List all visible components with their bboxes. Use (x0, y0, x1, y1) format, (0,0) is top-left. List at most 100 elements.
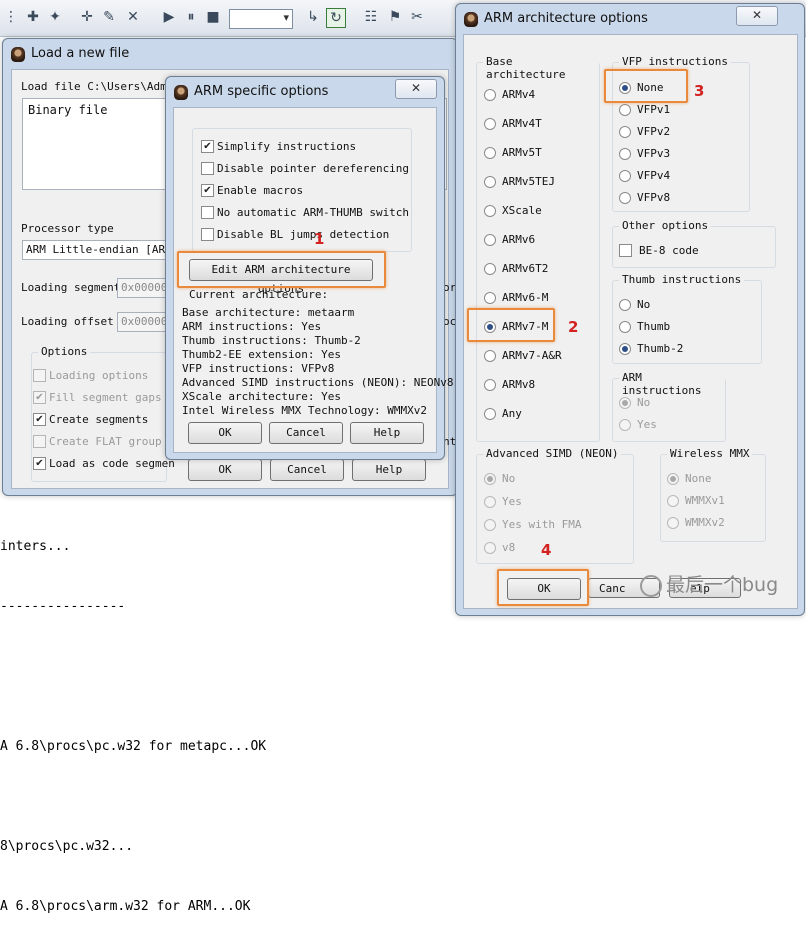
vfp-radio[interactable] (619, 192, 631, 204)
close-button[interactable]: ✕ (736, 6, 778, 26)
wmmx-label: None (685, 472, 712, 485)
current-arch-label: Current architecture: (189, 288, 329, 301)
close-button[interactable]: ✕ (395, 79, 437, 99)
load-as-code-label: Load as code segmen (49, 457, 175, 470)
thumb-label: Thumb-2 (637, 342, 684, 355)
help-button[interactable]: Help (350, 422, 424, 444)
base-arch-radio[interactable] (484, 176, 496, 188)
vfp-radio[interactable] (619, 148, 631, 160)
base-arch-radio[interactable] (484, 205, 496, 217)
stop-icon[interactable]: ■ (204, 8, 222, 26)
ok-button[interactable]: OK (188, 422, 262, 444)
wmmx-radio[interactable] (667, 473, 679, 485)
simd-label: Yes with FMA (502, 518, 582, 531)
loading-segment-field[interactable]: 0x000000 (117, 278, 169, 298)
load-as-code-checkbox[interactable]: ✔ (33, 457, 46, 470)
base-arch-label: ARMv4T (502, 117, 542, 130)
arm-instr-radio[interactable] (619, 397, 631, 409)
vfp-radio[interactable] (619, 104, 631, 116)
simd-radio[interactable] (484, 473, 496, 485)
ok-button[interactable]: OK (188, 459, 262, 481)
be8-checkbox[interactable] (619, 244, 632, 257)
play-icon[interactable]: ▶ (160, 8, 178, 26)
pause-icon[interactable]: ⏸ (182, 8, 200, 26)
base-arch-radio[interactable] (484, 350, 496, 362)
highlight-edit-arch (177, 251, 386, 288)
thumb-radio[interactable] (619, 343, 631, 355)
base-arch-radio[interactable] (484, 379, 496, 391)
loading-offset-field[interactable]: 0x000000 (117, 312, 169, 332)
vfp-label: VFPv8 (637, 191, 671, 204)
edit-icon[interactable]: ✎ (100, 8, 118, 26)
console-line: A 6.8\procs\arm.w32 for ARM...OK (0, 899, 251, 914)
vfp-label: VFP instructions (619, 55, 731, 68)
simd-radio[interactable] (484, 496, 496, 508)
base-arch-radio[interactable] (484, 147, 496, 159)
processor-type-select[interactable]: ARM Little-endian [ARM] (22, 240, 169, 260)
thumb-group: Thumb instructions (612, 273, 762, 364)
vfp-label: VFPv2 (637, 125, 671, 138)
arch-info-line: Base architecture: metaarm (182, 306, 355, 319)
segment-icon[interactable]: ⋮ (2, 8, 20, 26)
step-over-icon[interactable]: ↻ (326, 8, 346, 28)
base-arch-label: ARMv6-M (502, 291, 549, 304)
disable-bl-checkbox[interactable] (201, 228, 214, 241)
vfp-radio[interactable] (619, 170, 631, 182)
enable-macros-checkbox[interactable]: ✔ (201, 184, 214, 197)
wmmx-label: WMMXv1 (685, 494, 725, 507)
create-flat-checkbox[interactable] (33, 435, 46, 448)
arm-instr-label: ARM instructions (619, 371, 725, 397)
simplify-label: Simplify instructions (217, 140, 357, 153)
add-enum-icon[interactable]: ✛ (78, 8, 96, 26)
cancel-button[interactable]: Cancel (269, 422, 343, 444)
fill-gaps-checkbox[interactable]: ✔ (33, 391, 46, 404)
create-segments-checkbox[interactable]: ✔ (33, 413, 46, 426)
simplify-checkbox[interactable]: ✔ (201, 140, 214, 153)
thumb-radio[interactable] (619, 321, 631, 333)
simd-radio[interactable] (484, 542, 496, 554)
disable-deref-checkbox[interactable] (201, 162, 214, 175)
thumb-label: Thumb instructions (619, 273, 745, 286)
base-arch-radio[interactable] (484, 408, 496, 420)
base-arch-radio[interactable] (484, 263, 496, 275)
disable-deref-label: Disable pointer dereferencing (217, 162, 410, 175)
cancel-button[interactable]: Cancel (270, 459, 344, 481)
vfp-radio[interactable] (619, 126, 631, 138)
debugger-select[interactable] (229, 9, 293, 29)
arch-info-line: VFP instructions: VFPv8 (182, 362, 335, 375)
delete-icon[interactable]: ✕ (124, 8, 142, 26)
loading-options-label: Loading options (49, 369, 149, 382)
graph-icon[interactable]: ☷ (362, 8, 380, 26)
base-arch-radio[interactable] (484, 234, 496, 246)
unlink-icon[interactable]: ✂ (408, 8, 426, 26)
no-auto-switch-checkbox[interactable] (201, 206, 214, 219)
thumb-radio[interactable] (619, 299, 631, 311)
add-segment-icon[interactable]: ✚ (24, 8, 42, 26)
base-arch-radio[interactable] (484, 89, 496, 101)
simd-label: Advanced SIMD (NEON) (483, 447, 622, 460)
wmmx-radio[interactable] (667, 517, 679, 529)
disable-bl-label: Disable BL jumps detection (217, 228, 390, 241)
ida-icon (464, 12, 478, 27)
loading-segment-label: Loading segment (21, 281, 121, 294)
add-struct-icon[interactable]: ✦ (46, 8, 64, 26)
base-arch-radio[interactable] (484, 118, 496, 130)
thumb-label: No (637, 298, 651, 311)
highlight-ok (497, 569, 589, 606)
loading-options-checkbox[interactable] (33, 369, 46, 382)
base-arch-label: XScale (502, 204, 542, 217)
highlight-vfp-none (604, 69, 688, 103)
help-button[interactable]: Help (352, 459, 426, 481)
arch-info-line: Advanced SIMD instructions (NEON): NEONv… (182, 376, 454, 389)
simd-radio[interactable] (484, 519, 496, 531)
base-arch-label: ARMv4 (502, 88, 536, 101)
xref-icon[interactable]: ⚑ (386, 8, 404, 26)
loading-offset-label: Loading offset (21, 315, 114, 328)
vfp-label: VFPv1 (637, 103, 671, 116)
step-into-icon[interactable]: ↳ (304, 8, 322, 26)
wmmx-radio[interactable] (667, 495, 679, 507)
chat-bubble-icon (640, 574, 662, 597)
arm-instr-radio[interactable] (619, 419, 631, 431)
arch-info-line: Thumb instructions: Thumb-2 (182, 334, 361, 347)
base-arch-radio[interactable] (484, 292, 496, 304)
